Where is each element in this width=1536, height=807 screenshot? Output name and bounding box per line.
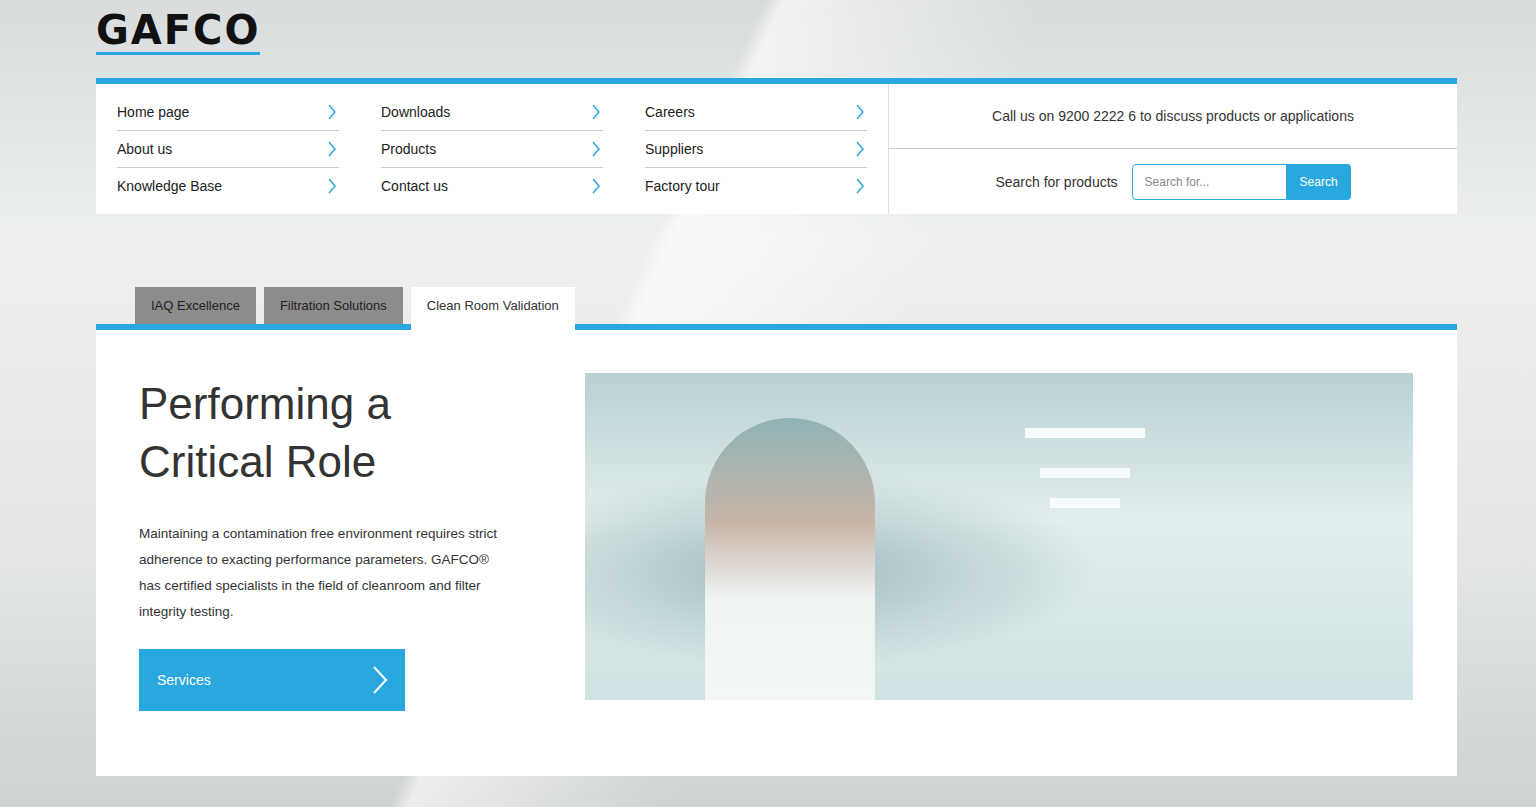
page: GAFCO Home page About us Knowledge Base …: [0, 0, 1536, 807]
nav-column: Home page About us Knowledge Base: [117, 94, 339, 204]
contact-text: Call us on 9200 2222 6 to discuss produc…: [889, 84, 1457, 149]
cleanroom-photo: [585, 373, 1413, 700]
tab-bar: IAQ ExcellenceFiltration SolutionsClean …: [96, 287, 1457, 330]
nav-panel: Home page About us Knowledge Base Downlo…: [96, 78, 1457, 214]
nav-link[interactable]: Factory tour: [645, 168, 867, 204]
nav-link[interactable]: Suppliers: [645, 131, 867, 168]
tab[interactable]: Filtration Solutions: [264, 287, 403, 324]
nav-right: Call us on 9200 2222 6 to discuss produc…: [889, 84, 1457, 214]
chevron-right-icon: [371, 665, 389, 695]
nav-link[interactable]: Home page: [117, 94, 339, 131]
text-column: Performing a Critical Role Maintaining a…: [139, 373, 585, 776]
chevron-right-icon: [855, 104, 865, 120]
chevron-right-icon: [591, 141, 601, 157]
chevron-right-icon: [855, 178, 865, 194]
nav-link[interactable]: Products: [381, 131, 603, 168]
nav-column: Careers Suppliers Factory tour: [645, 94, 867, 204]
search-row: Search for products Search: [889, 149, 1457, 214]
search-box: Search: [1132, 164, 1351, 200]
nav-link[interactable]: Contact us: [381, 168, 603, 204]
services-button[interactable]: Services: [139, 649, 405, 711]
chevron-right-icon: [591, 178, 601, 194]
paragraph: Maintaining a contamination free environ…: [139, 521, 499, 625]
chevron-right-icon: [591, 104, 601, 120]
logo[interactable]: GAFCO: [96, 8, 260, 55]
chevron-right-icon: [327, 104, 337, 120]
header: GAFCO: [96, 0, 1457, 78]
tab[interactable]: Clean Room Validation: [411, 287, 575, 330]
nav-link[interactable]: About us: [117, 131, 339, 168]
chevron-right-icon: [327, 141, 337, 157]
nav-link[interactable]: Downloads: [381, 94, 603, 131]
search-label: Search for products: [995, 174, 1117, 190]
nav-link[interactable]: Knowledge Base: [117, 168, 339, 204]
nav-link[interactable]: Careers: [645, 94, 867, 131]
content-panel: Performing a Critical Role Maintaining a…: [96, 330, 1457, 776]
search-input[interactable]: [1132, 164, 1287, 200]
tab[interactable]: IAQ Excellence: [135, 287, 256, 324]
nav-links: Home page About us Knowledge Base Downlo…: [96, 84, 889, 214]
chevron-right-icon: [327, 178, 337, 194]
search-button[interactable]: Search: [1287, 164, 1351, 200]
nav-column: Downloads Products Contact us: [381, 94, 603, 204]
heading: Performing a Critical Role: [139, 375, 499, 491]
chevron-right-icon: [855, 141, 865, 157]
